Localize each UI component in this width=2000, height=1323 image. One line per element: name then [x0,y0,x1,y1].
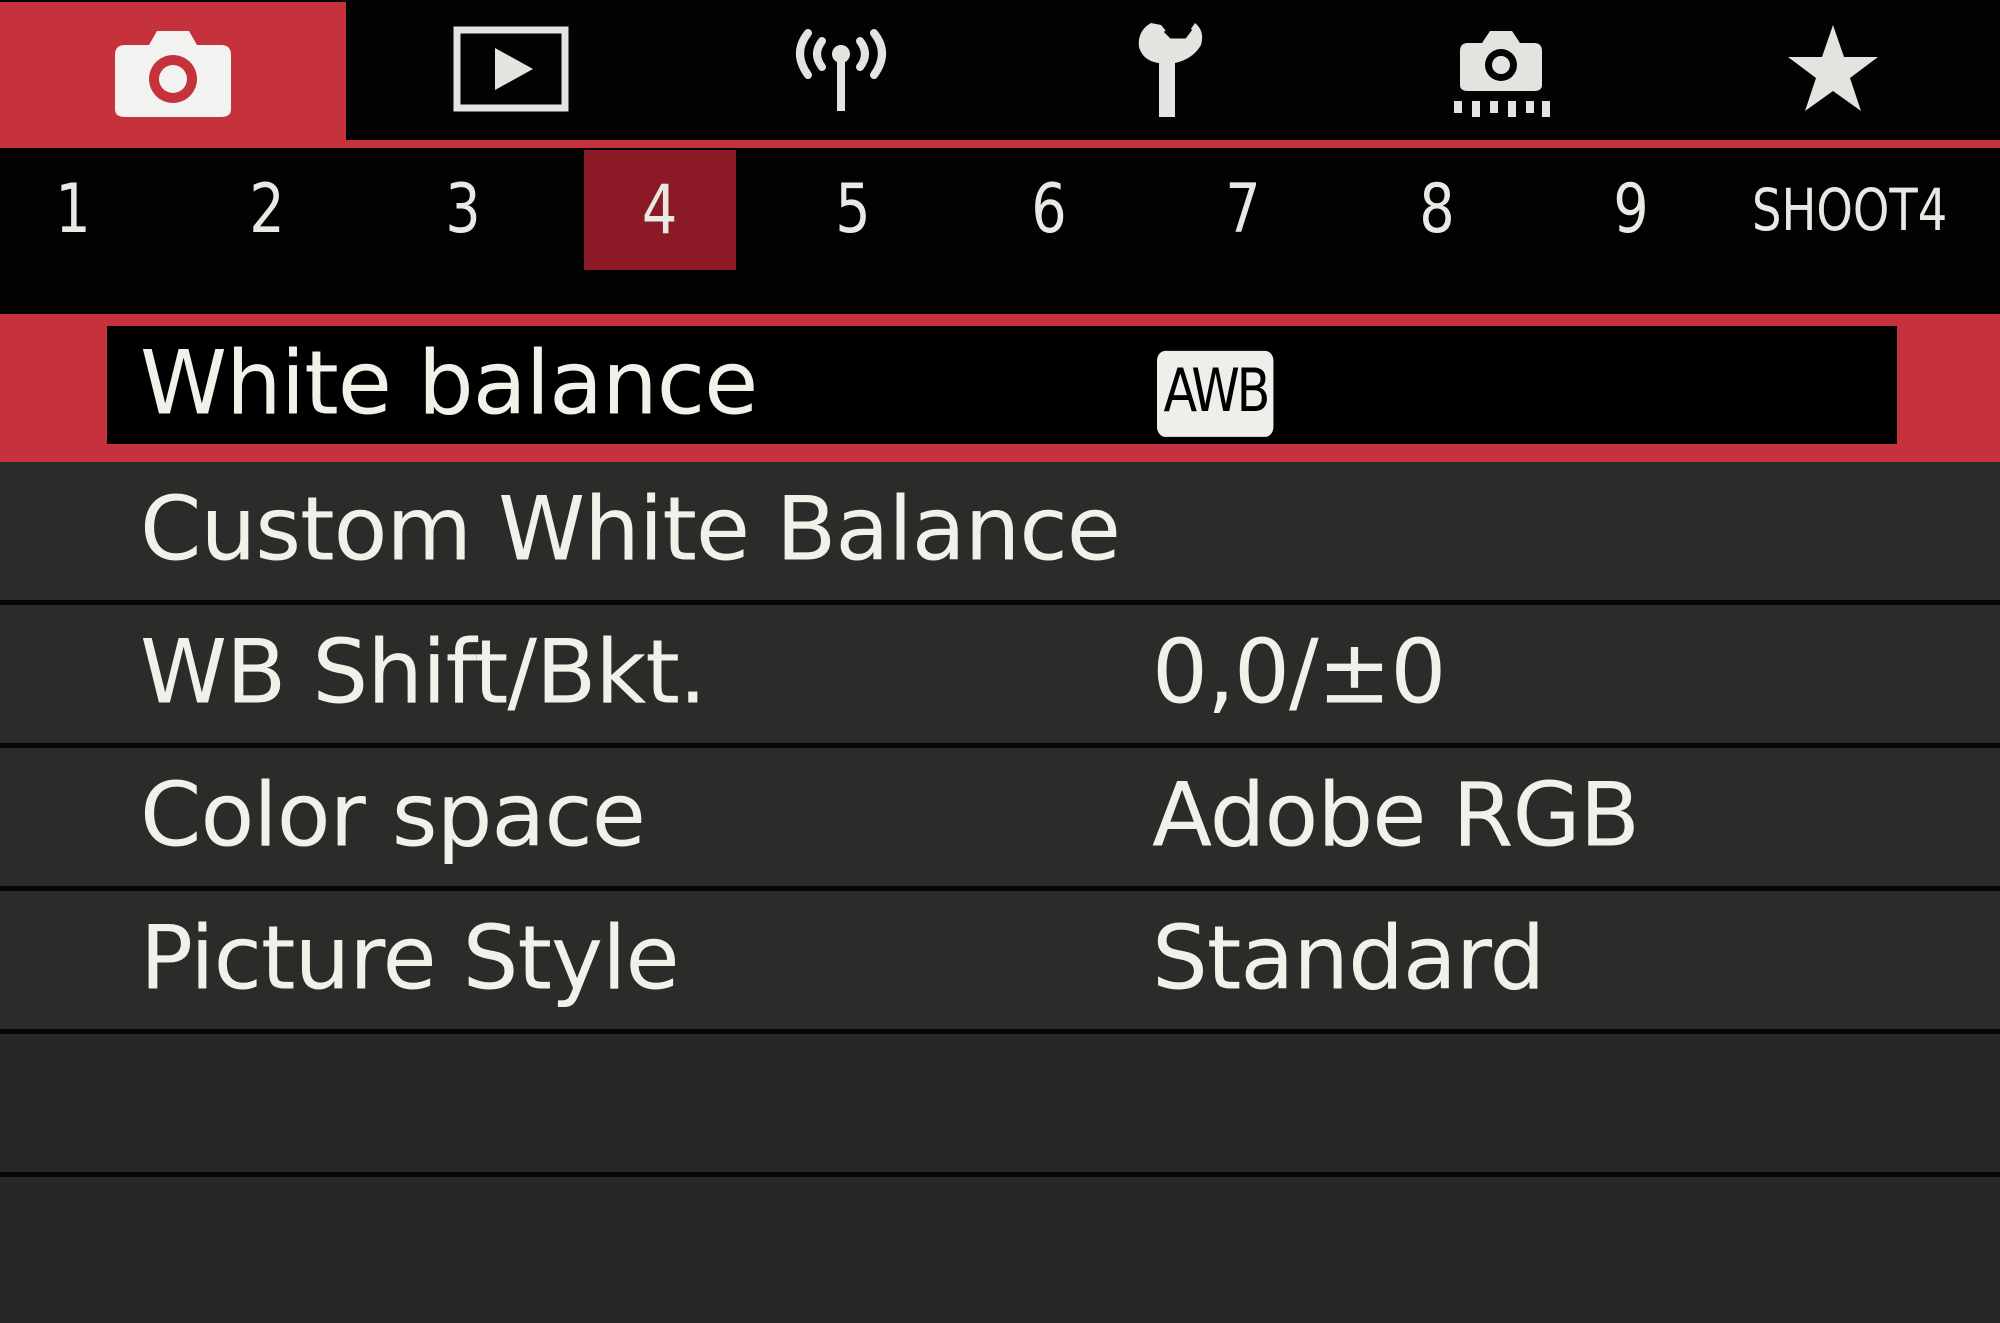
menu-item-value: 0,0/±0 [1152,620,1446,724]
menu-list: White balance AWB Custom White Balance W… [0,314,2000,1323]
menu-item-value: Adobe RGB [1152,763,1640,867]
playback-icon [453,26,569,112]
tab-setup[interactable] [1006,0,1336,138]
tab-playback[interactable] [346,0,676,138]
page-tab-4-label: 4 [642,170,678,250]
page-tab-3[interactable]: 3 [426,148,500,270]
camera-icon [115,31,231,117]
page-tab-7[interactable]: 7 [1206,148,1280,270]
wireless-icon [796,29,886,111]
menu-item-label: Picture Style [140,906,680,1010]
page-label: SHOOT4 [1752,176,1948,244]
page-tab-8[interactable]: 8 [1400,148,1474,270]
page-tab-4[interactable]: 4 [584,150,736,270]
page-tab-9[interactable]: 9 [1594,148,1668,270]
menu-item-white-balance[interactable]: White balance AWB [0,314,2000,462]
category-tab-bar [0,0,2000,140]
menu-item-label: Custom White Balance [140,477,1121,581]
menu-item-color-space[interactable]: Color space Adobe RGB [0,748,2000,891]
page-tab-1[interactable]: 1 [36,148,110,270]
menu-item-label: White balance [140,331,758,435]
star-icon [1788,25,1878,111]
tab-my-menu[interactable] [1666,0,2000,138]
menu-item-label: Color space [140,763,646,867]
category-underline [0,140,2000,148]
page-tab-6[interactable]: 6 [1012,148,1086,270]
menu-item-custom-white-balance[interactable]: Custom White Balance [0,462,2000,605]
menu-item-empty [0,1177,2000,1323]
tab-shooting[interactable] [0,2,346,140]
page-tab-row: 1 2 3 4 5 6 7 8 9 SHOOT4 [0,148,2000,314]
menu-item-wb-shift-bkt[interactable]: WB Shift/Bkt. 0,0/±0 [0,605,2000,748]
camera-menu-screen: 1 2 3 4 5 6 7 8 9 SHOOT4 White balance A… [0,0,2000,1323]
menu-item-selection-highlight: White balance AWB [107,326,1897,444]
menu-item-picture-style[interactable]: Picture Style Standard [0,891,2000,1034]
custom-functions-camera-icon [1454,31,1550,117]
page-tab-2[interactable]: 2 [230,148,304,270]
page-tab-5[interactable]: 5 [816,148,890,270]
menu-item-label: WB Shift/Bkt. [140,620,707,724]
menu-item-value: AWB [1157,329,1299,437]
menu-item-empty [0,1034,2000,1177]
tab-custom-functions[interactable] [1336,0,1666,138]
awb-badge: AWB [1157,350,1274,437]
tab-wireless[interactable] [676,0,1006,138]
wrench-icon [1138,23,1203,117]
menu-item-value: Standard [1152,906,1545,1010]
